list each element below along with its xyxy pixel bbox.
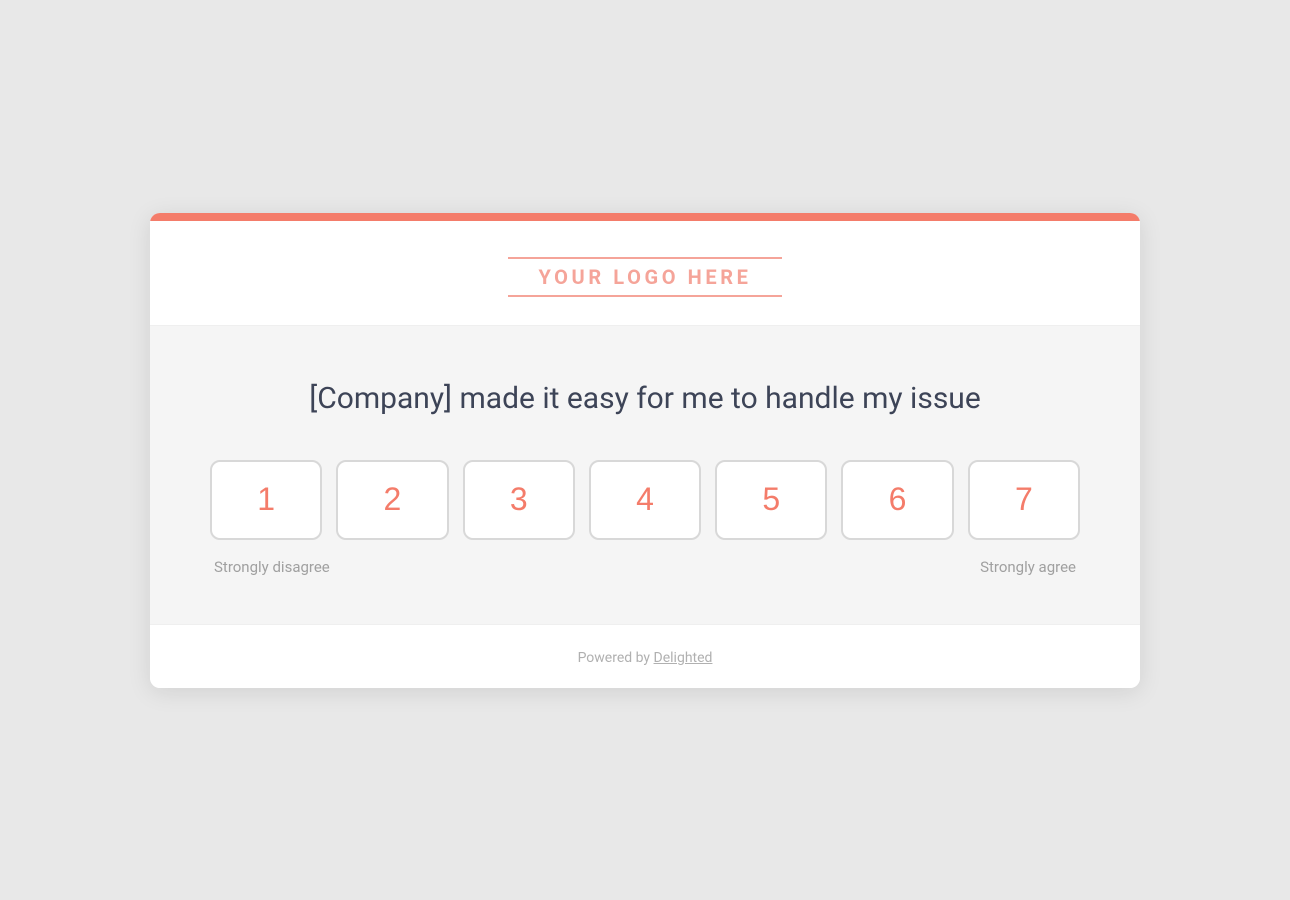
label-high: Strongly agree [980,558,1076,576]
top-accent-bar [150,213,1140,221]
rating-button-5[interactable]: 5 [715,460,827,540]
card-footer: Powered by Delighted [150,624,1140,688]
question-text: [Company] made it easy for me to handle … [309,381,981,416]
survey-card: YOUR LOGO HERE [Company] made it easy fo… [150,213,1140,688]
delighted-link[interactable]: Delighted [654,650,713,666]
powered-by-label: Powered by [578,650,654,666]
rating-button-1[interactable]: 1 [210,460,322,540]
card-body: [Company] made it easy for me to handle … [150,326,1140,624]
rating-button-6[interactable]: 6 [841,460,953,540]
survey-question: [Company] made it easy for me to handle … [210,378,1080,420]
logo-placeholder: YOUR LOGO HERE [508,257,781,297]
rating-button-3[interactable]: 3 [463,460,575,540]
rating-row: 1 2 3 4 5 6 7 [210,460,1080,540]
labels-row: Strongly disagree Strongly agree [210,558,1080,576]
card-header: YOUR LOGO HERE [150,221,1140,326]
rating-button-7[interactable]: 7 [968,460,1080,540]
rating-button-4[interactable]: 4 [589,460,701,540]
rating-button-2[interactable]: 2 [336,460,448,540]
label-low: Strongly disagree [214,558,330,576]
powered-by-text: Powered by Delighted [578,650,713,666]
